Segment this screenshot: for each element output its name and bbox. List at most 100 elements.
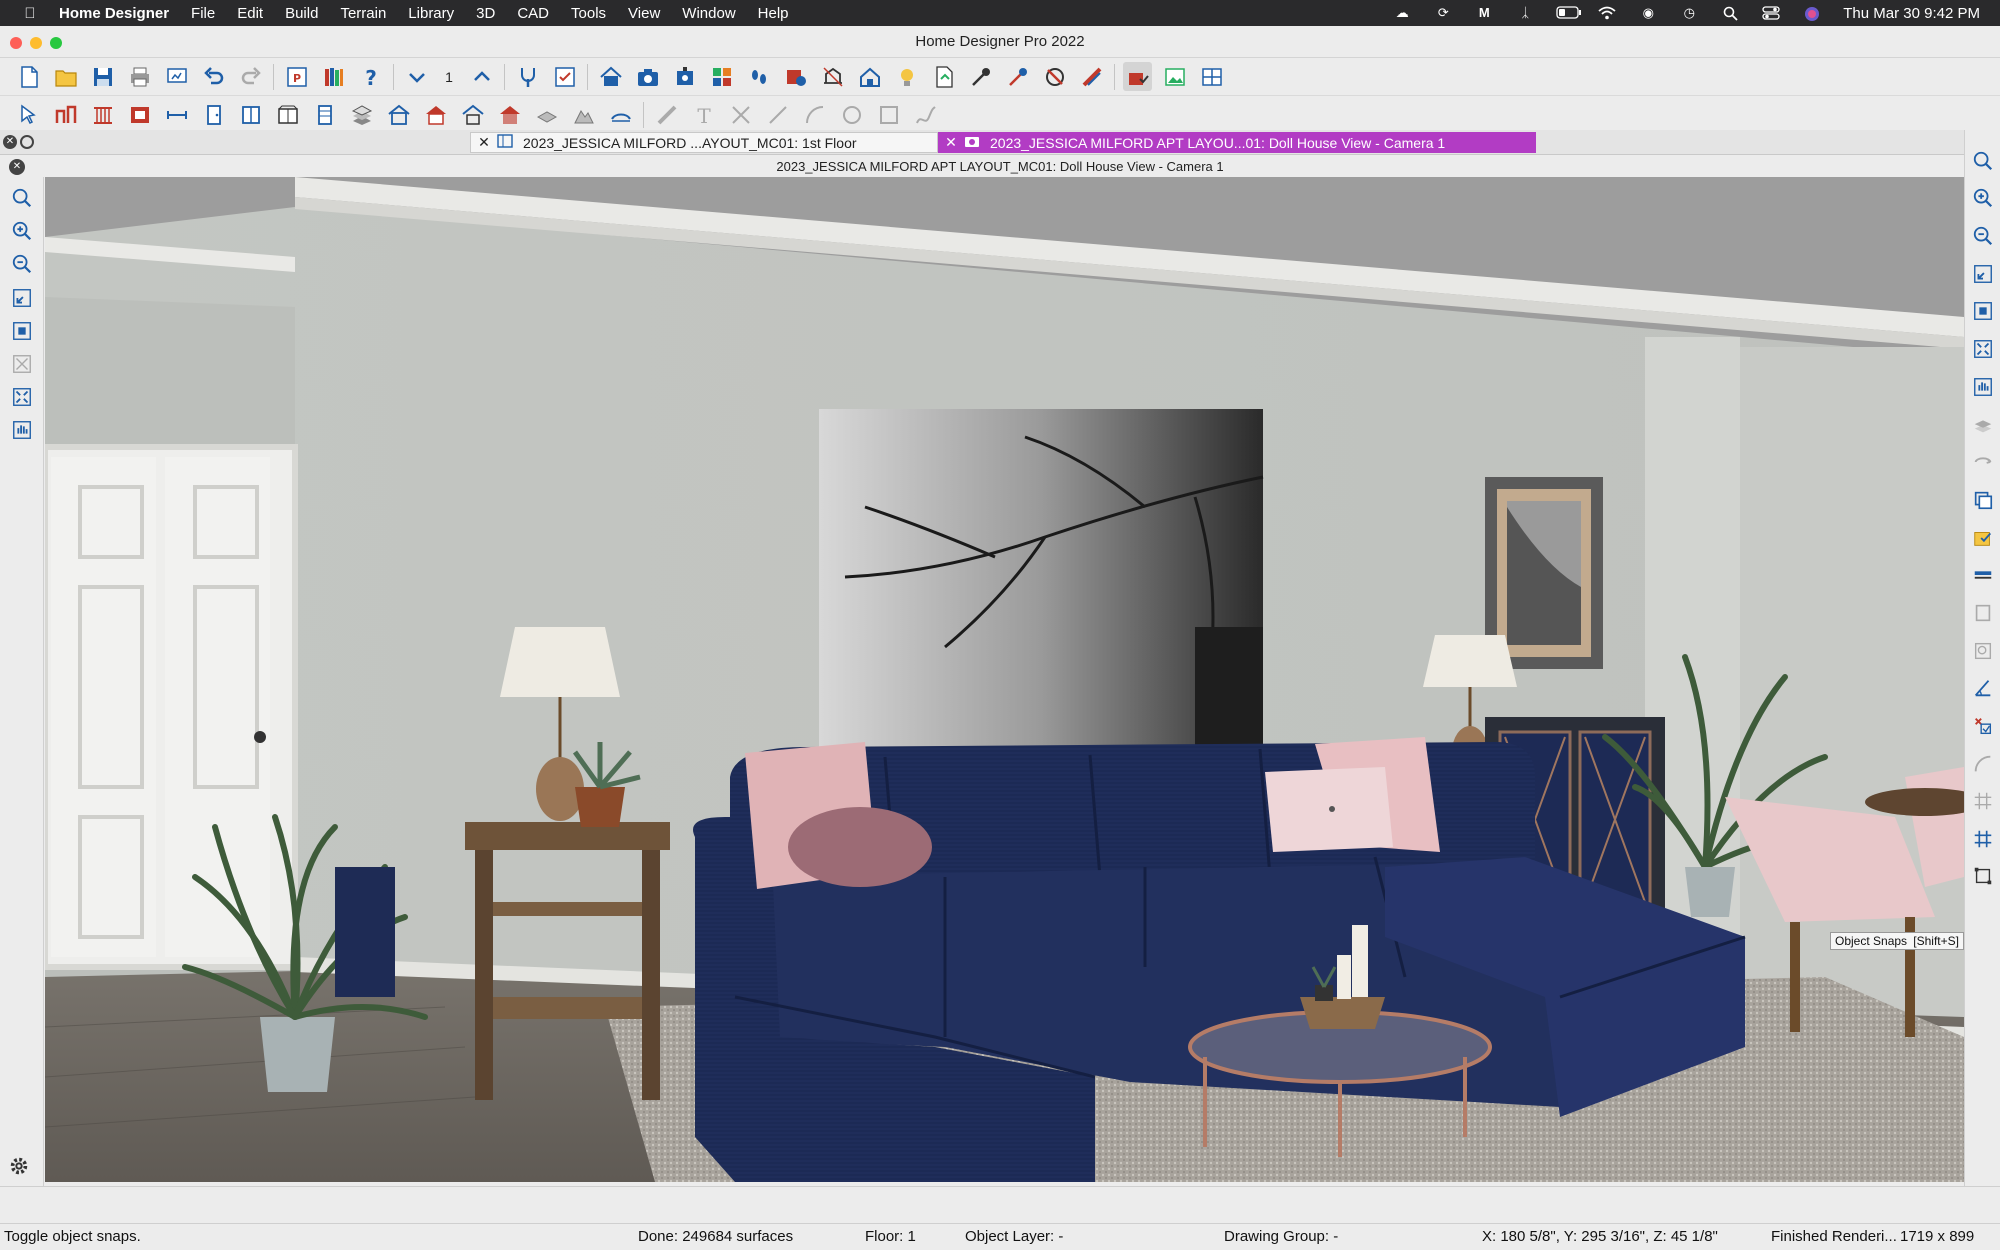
circle-tool-button[interactable] xyxy=(837,100,866,129)
exterior-tool-button[interactable] xyxy=(495,100,524,129)
full-screen-icon[interactable] xyxy=(9,384,35,410)
menu-app-name[interactable]: Home Designer xyxy=(48,5,180,22)
zoom-tool-icon[interactable] xyxy=(9,185,35,211)
tile-windows-button[interactable] xyxy=(1197,62,1226,91)
fill-window-building-icon[interactable] xyxy=(9,351,35,377)
undo-button[interactable] xyxy=(199,62,228,91)
text-tool-button[interactable]: T xyxy=(689,100,718,129)
fill-window-icon[interactable] xyxy=(1970,298,1996,324)
help-button[interactable]: ? xyxy=(356,62,385,91)
edit-handles-icon[interactable] xyxy=(1970,863,1996,889)
print-preview-button[interactable] xyxy=(162,62,191,91)
menu-tools[interactable]: Tools xyxy=(560,5,617,22)
wifi-icon[interactable] xyxy=(1597,6,1617,20)
copy-view-icon[interactable] xyxy=(1970,487,1996,513)
tab-close-icon[interactable]: ✕ xyxy=(475,134,493,151)
layers-icon[interactable] xyxy=(1970,412,1996,438)
orbit-icon[interactable] xyxy=(1970,449,1996,475)
full-screen-icon[interactable] xyxy=(1970,336,1996,362)
new-plan-button[interactable] xyxy=(14,62,43,91)
arc-tool-button[interactable] xyxy=(800,100,829,129)
pan-hand-icon[interactable] xyxy=(9,417,35,443)
image-export-button[interactable] xyxy=(1160,62,1189,91)
railing-tool-button[interactable] xyxy=(88,100,117,129)
reference-grid-icon[interactable] xyxy=(1970,826,1996,852)
user-icon[interactable]: ◉ xyxy=(1638,6,1658,20)
roof-tool-button[interactable] xyxy=(384,100,413,129)
slab-tool-button[interactable] xyxy=(532,100,561,129)
menu-file[interactable]: File xyxy=(180,5,226,22)
elevation-camera-button[interactable] xyxy=(670,62,699,91)
settings-gear-icon[interactable] xyxy=(6,1153,32,1179)
sync-status-icon[interactable]: ⟳ xyxy=(1433,6,1453,20)
window-tool-button[interactable] xyxy=(236,100,265,129)
export-button[interactable] xyxy=(929,62,958,91)
battery-icon[interactable] xyxy=(1556,6,1582,20)
search-object-icon[interactable] xyxy=(1970,638,1996,664)
save-button[interactable] xyxy=(88,62,117,91)
measure-tool-button[interactable] xyxy=(652,100,681,129)
eyedropper-button[interactable] xyxy=(966,62,995,91)
house-view-button[interactable] xyxy=(596,62,625,91)
floor-down-button[interactable] xyxy=(402,62,431,91)
tab-options-icon[interactable] xyxy=(20,135,34,149)
terrain-tool-button[interactable] xyxy=(569,100,598,129)
menu-window[interactable]: Window xyxy=(671,5,746,22)
zoom-tool-icon[interactable] xyxy=(1970,148,1996,174)
minimize-window-button[interactable] xyxy=(30,37,42,49)
build-house-button[interactable] xyxy=(421,100,450,129)
walkthrough-button[interactable] xyxy=(744,62,773,91)
grid-snaps-icon[interactable] xyxy=(1970,788,1996,814)
menu-3d[interactable]: 3D xyxy=(465,5,506,22)
garage-tool-button[interactable] xyxy=(458,100,487,129)
framing-overview-button[interactable] xyxy=(855,62,884,91)
horizontal-tool-icon[interactable] xyxy=(1970,562,1996,588)
render-settings-button[interactable] xyxy=(1123,62,1152,91)
line-tool-button[interactable] xyxy=(763,100,792,129)
wall-elevation-icon[interactable] xyxy=(1970,600,1996,626)
camera-view-3d[interactable] xyxy=(45,177,1964,1182)
tab-close-icon[interactable]: ✕ xyxy=(942,134,960,151)
cross-section-button[interactable] xyxy=(818,62,847,91)
control-center-icon[interactable] xyxy=(1761,6,1781,20)
room-tool-button[interactable] xyxy=(347,100,376,129)
arc-snaps-icon[interactable] xyxy=(1970,751,1996,777)
checklist-button[interactable] xyxy=(550,62,579,91)
close-view-icon[interactable]: ✕ xyxy=(9,159,25,175)
dimension-tool-button[interactable] xyxy=(162,100,191,129)
floor-up-button[interactable] xyxy=(467,62,496,91)
box-tool-button[interactable] xyxy=(874,100,903,129)
library-browser-button[interactable] xyxy=(319,62,348,91)
material-eyedropper-button[interactable] xyxy=(1003,62,1032,91)
menu-library[interactable]: Library xyxy=(397,5,465,22)
open-plan-button[interactable] xyxy=(51,62,80,91)
menu-help[interactable]: Help xyxy=(747,5,800,22)
camera-button[interactable] xyxy=(633,62,662,91)
zoom-window-button[interactable] xyxy=(50,37,62,49)
zoom-out-icon[interactable] xyxy=(1970,223,1996,249)
pan-hand-icon[interactable] xyxy=(1970,374,1996,400)
cad-x-button[interactable] xyxy=(726,100,755,129)
zoom-in-icon[interactable] xyxy=(9,218,35,244)
undo-zoom-icon[interactable] xyxy=(1970,261,1996,287)
redo-button[interactable] xyxy=(236,62,265,91)
spline-tool-button[interactable] xyxy=(911,100,940,129)
zoom-in-icon[interactable] xyxy=(1970,185,1996,211)
apple-icon[interactable]:  xyxy=(20,5,40,22)
menu-view[interactable]: View xyxy=(617,5,671,22)
zoom-out-icon[interactable] xyxy=(9,251,35,277)
object-snaps-icon[interactable] xyxy=(1970,713,1996,739)
print-button[interactable] xyxy=(125,62,154,91)
fill-window-icon[interactable] xyxy=(9,318,35,344)
time-machine-icon[interactable]: ◷ xyxy=(1679,6,1699,20)
close-window-button[interactable] xyxy=(10,37,22,49)
tools-wrench-button[interactable] xyxy=(513,62,542,91)
menubar-clock[interactable]: Thu Mar 30 9:42 PM xyxy=(1843,5,1980,22)
select-objects-button[interactable] xyxy=(14,100,43,129)
plan-views-button[interactable]: P xyxy=(282,62,311,91)
close-all-icon[interactable]: ✕ xyxy=(3,135,17,149)
open-object-icon[interactable] xyxy=(1970,525,1996,551)
creative-cloud-icon[interactable]: ☁ xyxy=(1392,6,1412,20)
cabinet-tool-button[interactable] xyxy=(273,100,302,129)
path-tool-button[interactable] xyxy=(606,100,635,129)
